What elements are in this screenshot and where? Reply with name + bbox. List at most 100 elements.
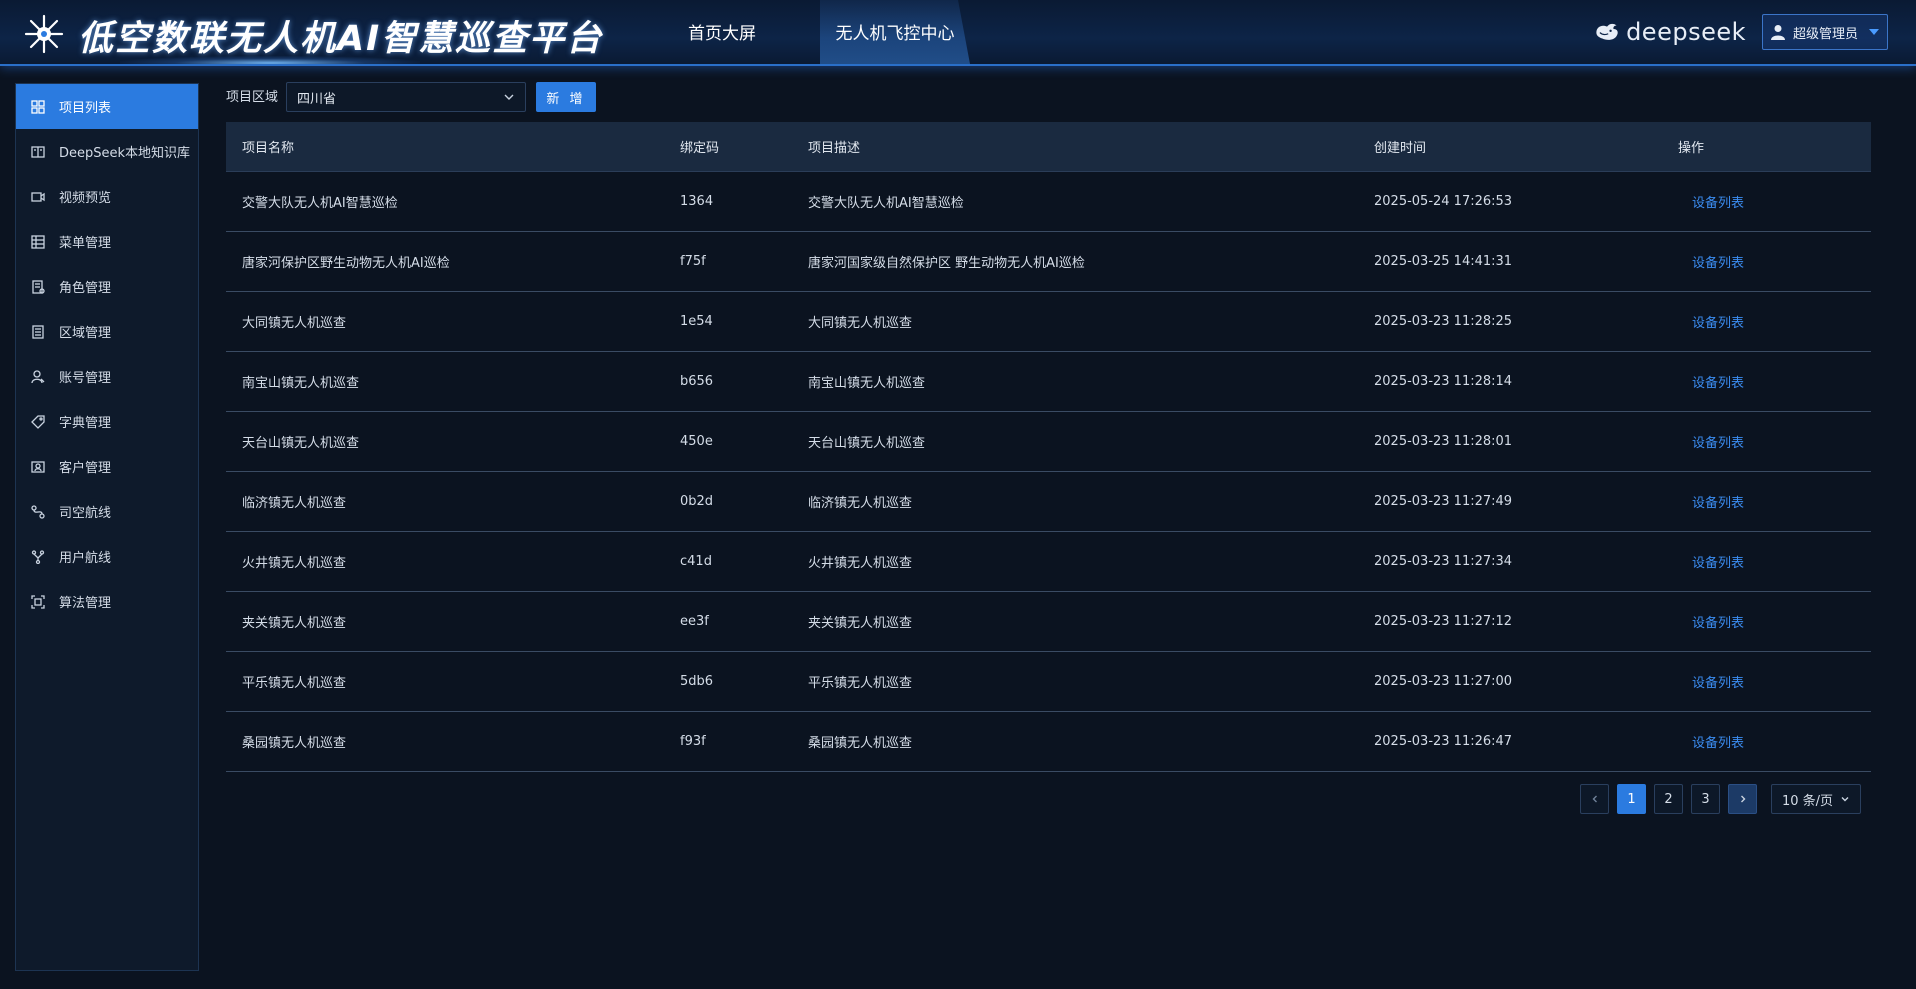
app-title: 低空数联无人机AI智慧巡查平台 (78, 19, 604, 59)
sidebar-item-dictionary-management[interactable]: 字典管理 (16, 399, 198, 444)
prev-page-button[interactable] (1580, 784, 1609, 814)
chevron-down-icon (1841, 797, 1849, 802)
sidebar-item-algorithm-management[interactable]: 算法管理 (16, 579, 198, 624)
device-list-link[interactable]: 设备列表 (1692, 736, 1744, 751)
column-header-name: 项目名称 (242, 141, 295, 156)
cell-description: 火井镇无人机巡查 (808, 556, 913, 571)
region-select-value: 四川省 (297, 91, 337, 107)
cell-project-name: 天台山镇无人机巡查 (242, 436, 360, 451)
cell-project-name: 火井镇无人机巡查 (242, 556, 347, 571)
device-list-link[interactable]: 设备列表 (1692, 256, 1744, 271)
sidebar-item-knowledge-base[interactable]: DeepSeek本地知识库 (16, 129, 198, 174)
cell-project-name: 临济镇无人机巡查 (242, 496, 347, 511)
device-list-link[interactable]: 设备列表 (1692, 676, 1744, 691)
sidebar-item-project-list[interactable]: 项目列表 (16, 84, 198, 129)
table-row: 大同镇无人机巡查 1e54 大同镇无人机巡查 2025-03-23 11:28:… (226, 292, 1871, 352)
cell-description: 平乐镇无人机巡查 (808, 676, 913, 691)
customer-icon (31, 460, 45, 474)
cell-binding-code: ee3f (680, 614, 709, 629)
cell-project-name: 夹关镇无人机巡查 (242, 616, 347, 631)
page-button-1[interactable]: 1 (1617, 784, 1646, 814)
device-list-link[interactable]: 设备列表 (1692, 616, 1744, 631)
sidebar-item-label: 用户航线 (59, 551, 112, 566)
column-header-code: 绑定码 (680, 141, 720, 156)
whale-icon (1596, 23, 1618, 40)
nav-tab-home-screen[interactable]: 首页大屏 (672, 0, 772, 64)
region-select[interactable]: 四川省 (286, 82, 526, 112)
sidebar-item-sikong-route[interactable]: 司空航线 (16, 489, 198, 534)
chevron-right-icon (1740, 795, 1745, 803)
add-project-button[interactable]: 新 增 (536, 82, 596, 112)
cell-actions: 设备列表 (1678, 312, 1871, 331)
table-row: 天台山镇无人机巡查 450e 天台山镇无人机巡查 2025-03-23 11:2… (226, 412, 1871, 472)
project-table: 项目名称 绑定码 项目描述 创建时间 操作 交警大队无人机AI智慧巡检 1364… (226, 122, 1871, 772)
user-menu[interactable]: 超级管理员 (1762, 14, 1888, 50)
cell-created-time: 2025-05-24 17:26:53 (1374, 194, 1513, 209)
sidebar-item-customer-management[interactable]: 客户管理 (16, 444, 198, 489)
scan-icon (31, 594, 45, 609)
user-name: 超级管理员 (1793, 26, 1859, 42)
cell-binding-code: 1e54 (680, 314, 713, 329)
device-list-link[interactable]: 设备列表 (1692, 316, 1744, 331)
cell-created-time: 2025-03-23 11:28:14 (1374, 374, 1513, 389)
device-list-link[interactable]: 设备列表 (1692, 496, 1744, 511)
cell-actions: 设备列表 (1678, 192, 1871, 211)
device-list-link[interactable]: 设备列表 (1692, 556, 1744, 571)
column-header-actions: 操作 (1678, 141, 1705, 156)
sidebar-item-label: 区域管理 (59, 326, 112, 341)
cell-created-time: 2025-03-23 11:27:12 (1374, 614, 1513, 629)
cell-description: 桑园镇无人机巡查 (808, 736, 913, 751)
sidebar-item-role-management[interactable]: 角色管理 (16, 264, 198, 309)
page-button-2[interactable]: 2 (1654, 784, 1683, 814)
sidebar-item-label: 账号管理 (59, 371, 112, 386)
cell-project-name: 交警大队无人机AI智慧巡检 (242, 196, 398, 211)
table-header: 项目名称 绑定码 项目描述 创建时间 操作 (226, 122, 1871, 172)
cell-binding-code: 450e (680, 434, 713, 449)
drone-logo-icon (24, 14, 64, 54)
cell-created-time: 2025-03-23 11:26:47 (1374, 734, 1513, 749)
route-icon (31, 504, 45, 519)
role-icon (31, 279, 45, 294)
sidebar-item-label: 字典管理 (59, 416, 112, 431)
brand-logo: deepseek (1594, 14, 1746, 50)
device-list-link[interactable]: 设备列表 (1692, 376, 1744, 391)
cell-created-time: 2025-03-25 14:41:31 (1374, 254, 1513, 269)
cell-created-time: 2025-03-23 11:28:25 (1374, 314, 1513, 329)
next-page-button[interactable] (1728, 784, 1757, 814)
page-button-3[interactable]: 3 (1691, 784, 1720, 814)
nav-tab-flight-control[interactable]: 无人机飞控中心 (820, 0, 970, 64)
branch-icon (31, 549, 45, 564)
cell-created-time: 2025-03-23 11:28:01 (1374, 434, 1513, 449)
sidebar-item-label: 司空航线 (59, 506, 112, 521)
sidebar-item-region-management[interactable]: 区域管理 (16, 309, 198, 354)
cell-binding-code: 1364 (680, 194, 714, 209)
pagination: 1 2 3 10 条/页 (1580, 784, 1861, 814)
sidebar-item-account-management[interactable]: 账号管理 (16, 354, 198, 399)
cell-project-name: 大同镇无人机巡查 (242, 316, 347, 331)
sidebar-item-label: 项目列表 (59, 101, 112, 116)
region-icon (31, 324, 45, 339)
cell-description: 天台山镇无人机巡查 (808, 436, 926, 451)
cell-actions: 设备列表 (1678, 552, 1871, 571)
cell-project-name: 南宝山镇无人机巡查 (242, 376, 360, 391)
cell-binding-code: b656 (680, 374, 714, 389)
video-icon (31, 190, 45, 204)
chevron-left-icon (1592, 795, 1597, 803)
project-list-icon (31, 99, 45, 114)
cell-binding-code: f75f (680, 254, 706, 269)
sidebar-item-user-route[interactable]: 用户航线 (16, 534, 198, 579)
table-row: 平乐镇无人机巡查 5db6 平乐镇无人机巡查 2025-03-23 11:27:… (226, 652, 1871, 712)
cell-created-time: 2025-03-23 11:27:49 (1374, 494, 1513, 509)
page-size-select[interactable]: 10 条/页 (1771, 784, 1861, 814)
sidebar-item-menu-management[interactable]: 菜单管理 (16, 219, 198, 264)
table-row: 火井镇无人机巡查 c41d 火井镇无人机巡查 2025-03-23 11:27:… (226, 532, 1871, 592)
device-list-link[interactable]: 设备列表 (1692, 196, 1744, 211)
cell-project-name: 桑园镇无人机巡查 (242, 736, 347, 751)
brand-name: deepseek (1626, 18, 1746, 46)
cell-description: 南宝山镇无人机巡查 (808, 376, 926, 391)
cell-project-name: 平乐镇无人机巡查 (242, 676, 347, 691)
column-header-created-time: 创建时间 (1374, 141, 1427, 156)
cell-description: 大同镇无人机巡查 (808, 316, 913, 331)
sidebar-item-video-preview[interactable]: 视频预览 (16, 174, 198, 219)
device-list-link[interactable]: 设备列表 (1692, 436, 1744, 451)
